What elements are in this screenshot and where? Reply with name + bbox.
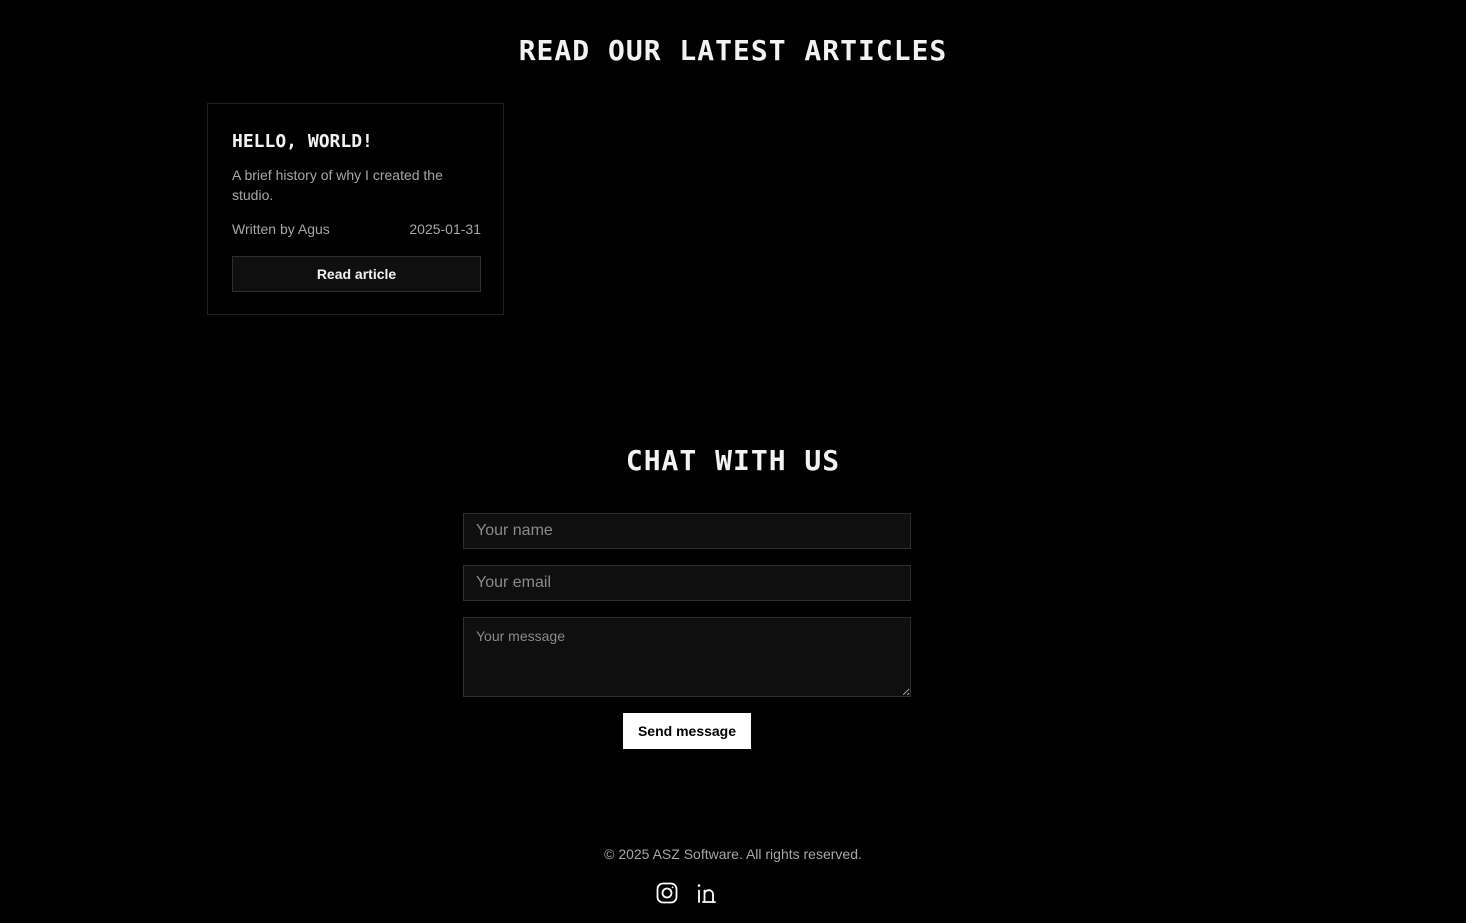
- email-field[interactable]: [463, 565, 911, 601]
- article-author: Written by Agus: [232, 221, 330, 237]
- name-field[interactable]: [463, 513, 911, 549]
- instagram-icon: [655, 881, 679, 905]
- send-message-button[interactable]: Send message: [623, 713, 751, 749]
- articles-section-title: READ OUR LATEST ARTICLES: [518, 34, 948, 67]
- article-date: 2025-01-31: [409, 221, 481, 237]
- message-field[interactable]: [463, 617, 911, 697]
- linkedin-link[interactable]: [695, 881, 719, 905]
- chat-section-title: CHAT WITH US: [625, 444, 841, 477]
- article-excerpt: A brief history of why I created the stu…: [232, 167, 443, 203]
- copyright-text: © 2025 ASZ Software. All rights reserved…: [604, 846, 862, 862]
- article-title: HELLO, WORLD!: [232, 131, 373, 152]
- article-meta: Written by Agus 2025-01-31: [232, 221, 481, 237]
- instagram-link[interactable]: [655, 881, 679, 905]
- read-article-button[interactable]: Read article: [232, 256, 481, 292]
- linkedin-icon: [695, 881, 719, 905]
- article-card: HELLO, WORLD! A brief history of why I c…: [207, 103, 504, 315]
